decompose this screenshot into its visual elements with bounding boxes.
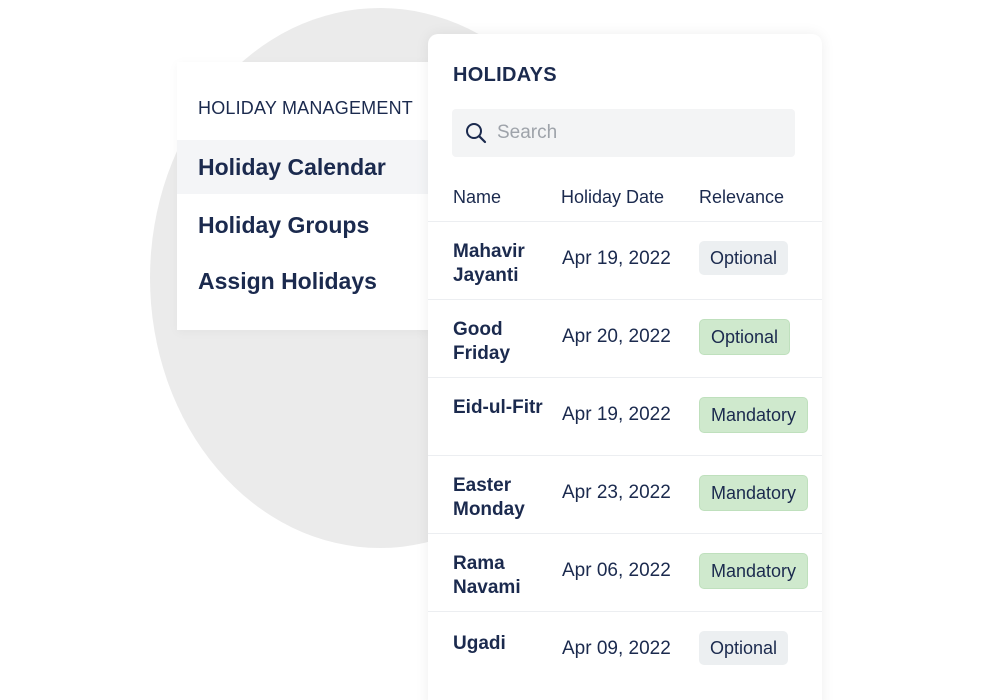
sidebar-item-holiday-calendar[interactable]: Holiday Calendar	[177, 140, 433, 194]
sidebar-item-assign-holidays[interactable]: Assign Holidays	[177, 254, 433, 308]
relevance-badge: Optional	[699, 241, 789, 275]
holidays-panel: HOLIDAYS Name Holiday Date Relevance Mah…	[428, 34, 822, 700]
holidays-table-body: Mahavir Jayanti Apr 19, 2022 Optional Go…	[428, 221, 822, 689]
relevance-badge: Optional	[699, 631, 789, 665]
holiday-date: Apr 19, 2022	[562, 248, 671, 269]
relevance-badge: Mandatory	[699, 475, 809, 511]
column-header-holiday-date[interactable]: Holiday Date	[561, 187, 664, 208]
holiday-name: Rama Navami	[453, 553, 521, 598]
holiday-name: Easter Monday	[453, 475, 525, 520]
table-row[interactable]: Ugadi Apr 09, 2022 Optional	[428, 611, 822, 689]
holiday-name: Eid-ul-Fitr	[453, 397, 543, 418]
sidebar-item-holiday-groups[interactable]: Holiday Groups	[177, 198, 433, 252]
search-box[interactable]	[452, 109, 795, 157]
search-input[interactable]	[497, 122, 767, 144]
table-row[interactable]: Good Friday Apr 20, 2022 Optional	[428, 299, 822, 377]
search-icon	[465, 122, 487, 144]
holiday-management-screen: HOLIDAY MANAGEMENT Holiday Calendar Holi…	[0, 0, 1000, 700]
holiday-name: Ugadi	[453, 633, 506, 654]
holiday-date: Apr 20, 2022	[562, 326, 671, 347]
table-row[interactable]: Easter Monday Apr 23, 2022 Mandatory	[428, 455, 822, 533]
holiday-management-sidebar: HOLIDAY MANAGEMENT Holiday Calendar Holi…	[177, 62, 433, 330]
table-row[interactable]: Mahavir Jayanti Apr 19, 2022 Optional	[428, 221, 822, 299]
column-header-relevance[interactable]: Relevance	[699, 187, 784, 208]
table-row[interactable]: Eid-ul-Fitr Apr 19, 2022 Mandatory	[428, 377, 822, 455]
holiday-date: Apr 06, 2022	[562, 560, 671, 581]
table-row[interactable]: Rama Navami Apr 06, 2022 Mandatory	[428, 533, 822, 611]
sidebar-heading: HOLIDAY MANAGEMENT	[198, 98, 413, 118]
holiday-name: Good Friday	[453, 319, 511, 364]
column-header-name[interactable]: Name	[453, 187, 501, 208]
holiday-date: Apr 23, 2022	[562, 482, 671, 503]
holiday-date: Apr 19, 2022	[562, 404, 671, 425]
panel-title: HOLIDAYS	[453, 64, 557, 86]
holiday-name: Mahavir Jayanti	[453, 241, 525, 286]
relevance-badge: Mandatory	[699, 397, 809, 433]
relevance-badge: Optional	[699, 319, 791, 355]
relevance-badge: Mandatory	[699, 553, 809, 589]
holiday-date: Apr 09, 2022	[562, 638, 671, 659]
